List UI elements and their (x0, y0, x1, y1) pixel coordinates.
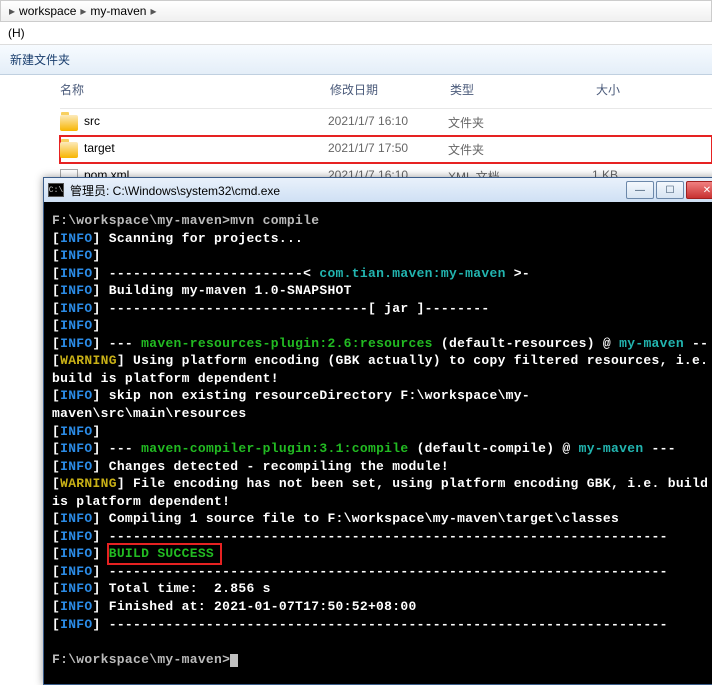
toolbar: 新建文件夹 (0, 45, 712, 75)
console-window: C:\ 管理员: C:\Windows\system32\cmd.exe — ☐… (43, 177, 712, 685)
breadcrumb-seg[interactable]: workspace (19, 4, 76, 18)
window-title: 管理员: C:\Windows\system32\cmd.exe (70, 182, 624, 199)
folder-icon (60, 142, 78, 158)
file-row[interactable]: src 2021/1/7 16:10 文件夹 (60, 109, 712, 136)
folder-icon (60, 115, 78, 131)
chevron-right-icon: ▸ (150, 4, 156, 18)
file-type: 文件夹 (448, 141, 558, 158)
col-date[interactable]: 修改日期 (330, 81, 450, 98)
maximize-button[interactable]: ☐ (656, 181, 684, 199)
col-size[interactable]: 大小 (560, 81, 620, 98)
new-folder-button[interactable]: 新建文件夹 (10, 53, 70, 67)
close-button[interactable]: ✕ (686, 181, 712, 199)
minimize-button[interactable]: — (626, 181, 654, 199)
breadcrumb-seg[interactable]: my-maven (90, 4, 146, 18)
chevron-right-icon: ▸ (9, 4, 15, 18)
build-success-highlight: BUILD SUCCESS (109, 545, 220, 563)
file-type: 文件夹 (448, 114, 558, 131)
file-list: 名称 修改日期 类型 大小 src 2021/1/7 16:10 文件夹 tar… (0, 75, 712, 190)
titlebar[interactable]: C:\ 管理员: C:\Windows\system32\cmd.exe — ☐… (44, 178, 712, 202)
breadcrumb[interactable]: ▸ workspace ▸ my-maven ▸ (0, 0, 712, 22)
col-name[interactable]: 名称 (60, 81, 330, 98)
file-size (558, 114, 618, 131)
file-date: 2021/1/7 17:50 (328, 141, 448, 158)
file-row[interactable]: target 2021/1/7 17:50 文件夹 (60, 136, 712, 163)
menubar: (H) (0, 22, 712, 45)
file-size (558, 141, 618, 158)
cursor (230, 654, 238, 667)
file-name: target (84, 141, 328, 158)
menu-item[interactable]: (H) (8, 26, 25, 40)
file-name: src (84, 114, 328, 131)
chevron-right-icon: ▸ (80, 4, 86, 18)
col-type[interactable]: 类型 (450, 81, 560, 98)
file-date: 2021/1/7 16:10 (328, 114, 448, 131)
console-output[interactable]: F:\workspace\my-maven>mvn compile [INFO]… (44, 202, 712, 684)
cmd-icon: C:\ (48, 183, 64, 197)
column-headers[interactable]: 名称 修改日期 类型 大小 (60, 75, 712, 109)
